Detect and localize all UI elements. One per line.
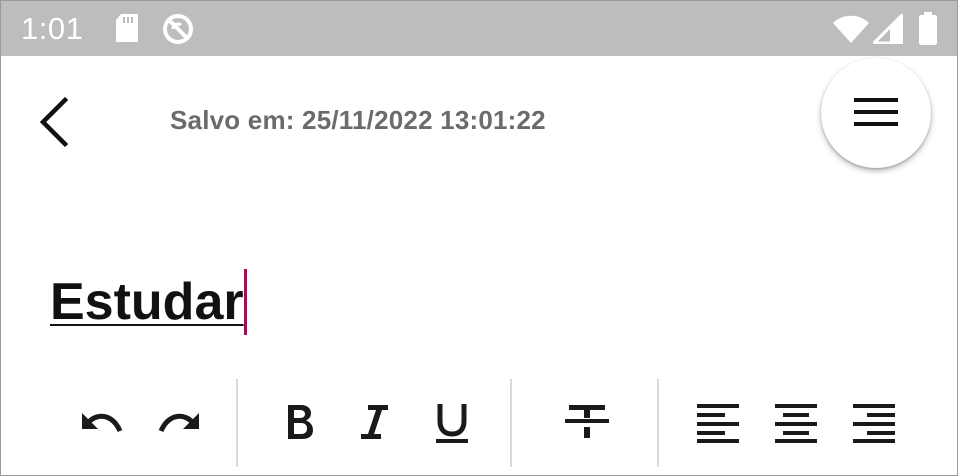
signal-icon — [870, 11, 904, 49]
italic-button[interactable] — [346, 397, 402, 447]
formatting-toolbar — [1, 379, 957, 467]
status-bar: 1:01 — [1, 1, 957, 56]
align-left-icon — [697, 404, 739, 443]
menu-button[interactable] — [821, 58, 931, 168]
wifi-icon — [833, 14, 869, 49]
text-cursor — [243, 269, 247, 335]
undo-button[interactable] — [72, 397, 128, 447]
editor-screen: 1:01 Salvo em: 25/11/2022 13:01:22 Estud… — [0, 0, 958, 476]
toolbar-divider — [657, 379, 659, 467]
note-title[interactable]: Estudar — [50, 269, 244, 335]
toolbar-divider — [236, 379, 238, 467]
align-center-button[interactable] — [767, 397, 823, 447]
sync-off-icon — [161, 12, 195, 51]
battery-icon — [918, 12, 938, 51]
note-title-field[interactable]: Estudar — [50, 269, 247, 335]
sd-card-icon — [114, 13, 140, 48]
back-arrow-icon — [39, 96, 69, 148]
bold-icon — [288, 405, 313, 439]
redo-icon — [158, 413, 199, 433]
align-right-icon — [853, 404, 895, 443]
strikethrough-icon — [565, 405, 609, 438]
strikethrough-button[interactable] — [557, 397, 613, 447]
align-right-button[interactable] — [845, 397, 901, 447]
align-left-button[interactable] — [689, 397, 745, 447]
undo-icon — [82, 413, 123, 433]
hamburger-menu-icon — [854, 98, 898, 126]
underline-icon — [436, 404, 468, 443]
status-time: 1:01 — [21, 11, 84, 46]
underline-button[interactable] — [424, 397, 480, 447]
back-button[interactable] — [31, 93, 81, 151]
align-center-icon — [775, 404, 817, 443]
redo-button[interactable] — [149, 397, 205, 447]
toolbar-divider — [510, 379, 512, 467]
italic-icon — [361, 405, 388, 439]
bold-button[interactable] — [268, 397, 324, 447]
saved-timestamp: Salvo em: 25/11/2022 13:01:22 — [170, 105, 546, 135]
